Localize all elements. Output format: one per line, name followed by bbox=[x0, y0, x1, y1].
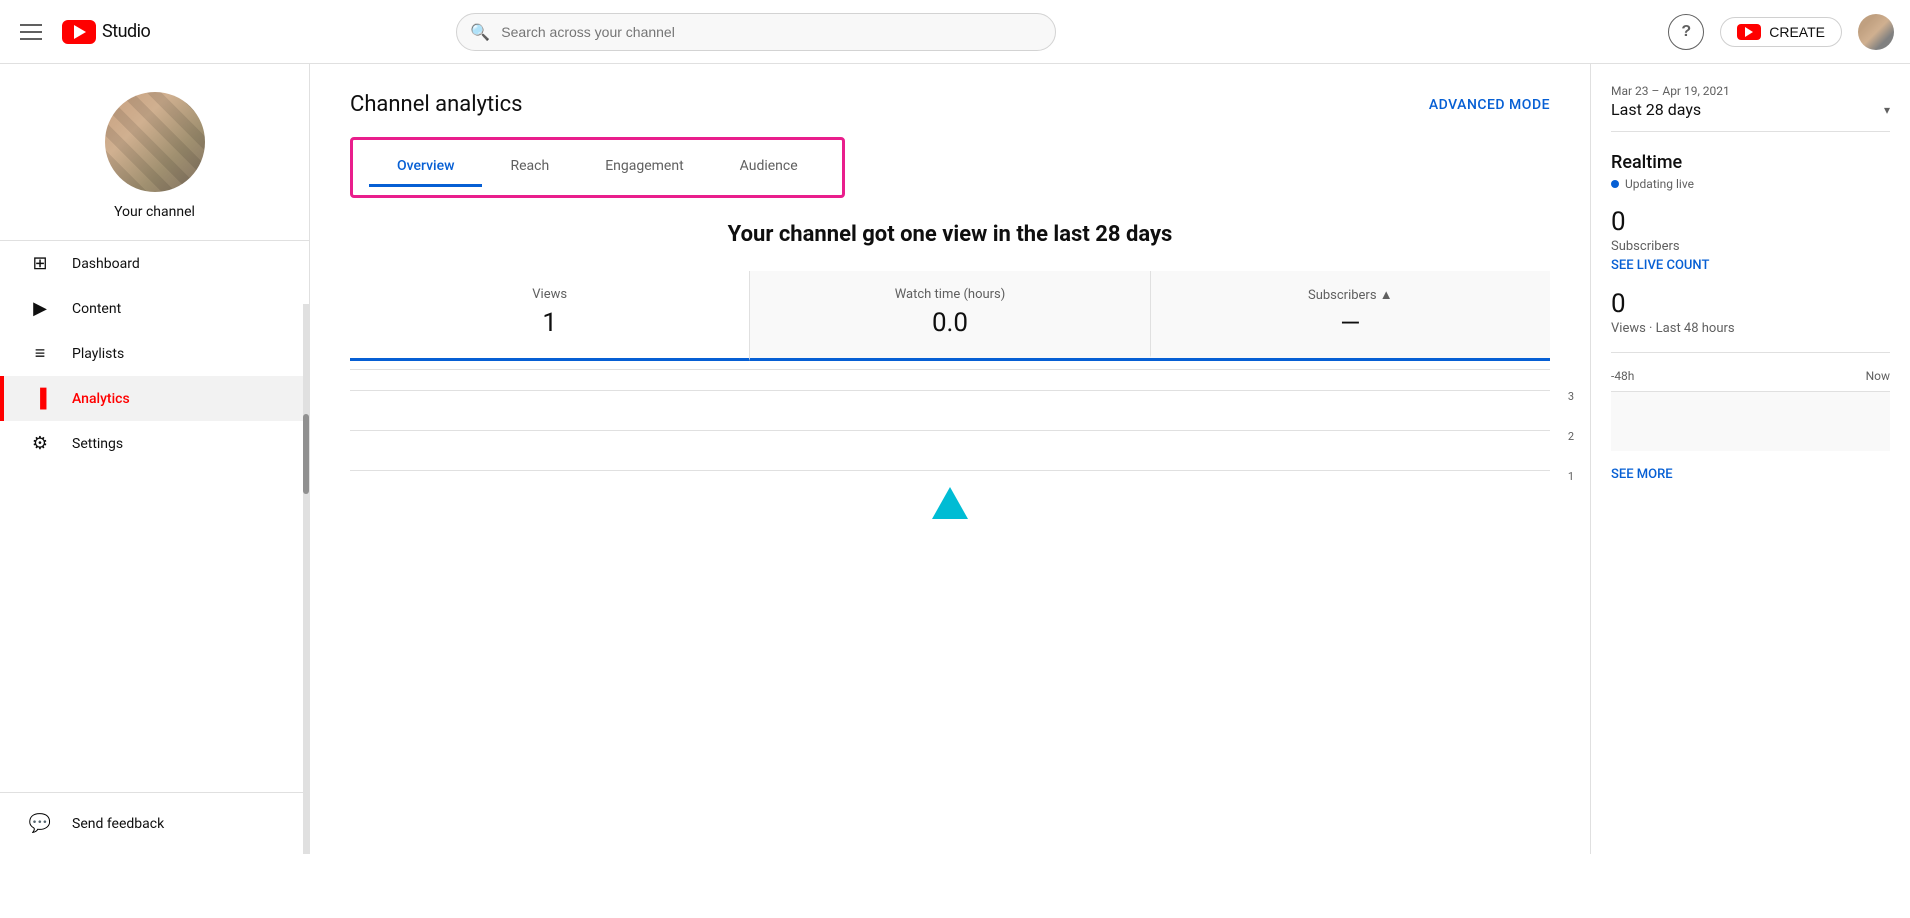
settings-icon: ⚙ bbox=[28, 433, 52, 454]
chevron-down-icon: ▾ bbox=[1884, 103, 1890, 117]
realtime-section: Realtime Updating live 0 Subscribers SEE… bbox=[1611, 152, 1890, 482]
studio-logo[interactable]: Studio bbox=[62, 20, 150, 44]
realtime-title: Realtime bbox=[1611, 152, 1890, 173]
tab-audience[interactable]: Audience bbox=[712, 148, 826, 187]
live-dot bbox=[1611, 180, 1619, 188]
views-label: Views bbox=[374, 287, 725, 302]
sidebar-item-playlists[interactable]: ≡ Playlists bbox=[0, 331, 309, 376]
analytics-icon: ▐ bbox=[28, 388, 52, 409]
sidebar-nav: ⊞ Dashboard ▶ Content ≡ Playlists ▐ Anal… bbox=[0, 241, 309, 792]
search-input[interactable] bbox=[456, 13, 1056, 51]
create-video-icon bbox=[1737, 24, 1761, 40]
chart-area: 3 2 1 bbox=[350, 369, 1550, 529]
chart-triangle bbox=[932, 487, 968, 519]
content-area: Channel analytics ADVANCED MODE Overview… bbox=[310, 64, 1590, 854]
content-label: Content bbox=[72, 301, 121, 317]
see-live-count-link[interactable]: SEE LIVE COUNT bbox=[1611, 258, 1890, 273]
channel-name: Your channel bbox=[114, 204, 195, 220]
sidebar: Your channel ⊞ Dashboard ▶ Content ≡ Pla… bbox=[0, 64, 310, 854]
tab-reach[interactable]: Reach bbox=[482, 148, 577, 187]
date-range-selector[interactable]: Last 28 days ▾ bbox=[1611, 100, 1890, 132]
nav-left: Studio bbox=[16, 20, 150, 44]
metric-watchtime[interactable]: Watch time (hours) 0.0 bbox=[750, 271, 1150, 358]
content-icon: ▶ bbox=[28, 298, 52, 319]
metrics-row: Views 1 Watch time (hours) 0.0 Subscribe… bbox=[350, 271, 1550, 361]
subscribers-stat: 0 Subscribers SEE LIVE COUNT bbox=[1611, 207, 1890, 273]
search-bar: 🔍 bbox=[456, 13, 1056, 51]
youtube-icon bbox=[62, 20, 96, 44]
right-panel: Mar 23 – Apr 19, 2021 Last 28 days ▾ Rea… bbox=[1590, 64, 1910, 854]
sidebar-scrollbar[interactable] bbox=[303, 304, 309, 854]
channel-section: Your channel bbox=[0, 64, 309, 241]
chart-label-2: 2 bbox=[1568, 430, 1574, 443]
warning-icon: ▲ bbox=[1380, 288, 1393, 303]
sidebar-item-dashboard[interactable]: ⊞ Dashboard bbox=[0, 241, 309, 286]
content-header: Channel analytics ADVANCED MODE bbox=[350, 92, 1550, 117]
divider bbox=[1611, 352, 1890, 353]
analytics-label: Analytics bbox=[72, 391, 130, 407]
subscribers-stat-label: Subscribers bbox=[1611, 239, 1890, 254]
sidebar-item-settings[interactable]: ⚙ Settings bbox=[0, 421, 309, 466]
hamburger-menu[interactable] bbox=[16, 20, 46, 44]
sidebar-item-content[interactable]: ▶ Content bbox=[0, 286, 309, 331]
metric-subscribers[interactable]: Subscribers ▲ — bbox=[1151, 271, 1550, 358]
chart-label-1: 1 bbox=[1568, 470, 1574, 483]
create-button[interactable]: CREATE bbox=[1720, 17, 1842, 47]
feedback-icon: 💬 bbox=[28, 813, 52, 834]
channel-avatar[interactable] bbox=[105, 92, 205, 192]
top-nav: Studio 🔍 ? CREATE bbox=[0, 0, 1910, 64]
sidebar-bottom: 💬 Send feedback bbox=[0, 792, 309, 854]
settings-label: Settings bbox=[72, 436, 123, 452]
see-more-link[interactable]: SEE MORE bbox=[1611, 467, 1890, 482]
chart-line-1: 1 bbox=[350, 470, 1550, 471]
dashboard-icon: ⊞ bbox=[28, 253, 52, 274]
chart-label-3: 3 bbox=[1568, 390, 1574, 403]
sidebar-scroll-thumb[interactable] bbox=[303, 414, 309, 494]
views-stat-label: Views · Last 48 hours bbox=[1611, 321, 1890, 336]
analytics-tabs-wrapper: Overview Reach Engagement Audience bbox=[350, 137, 845, 198]
subscribers-count: 0 bbox=[1611, 207, 1890, 237]
page-title: Channel analytics bbox=[350, 92, 522, 117]
date-range-note: Mar 23 – Apr 19, 2021 bbox=[1611, 84, 1890, 98]
sidebar-item-send-feedback[interactable]: 💬 Send feedback bbox=[0, 801, 309, 846]
sidebar-item-analytics[interactable]: ▐ Analytics bbox=[0, 376, 309, 421]
watchtime-value: 0.0 bbox=[774, 308, 1125, 338]
tab-overview[interactable]: Overview bbox=[369, 148, 482, 187]
playlists-label: Playlists bbox=[72, 346, 124, 362]
logo-text: Studio bbox=[102, 21, 150, 42]
views-mini-chart bbox=[1611, 391, 1890, 451]
search-wrap: 🔍 bbox=[456, 13, 1056, 51]
time-end: Now bbox=[1866, 369, 1890, 383]
help-button[interactable]: ? bbox=[1668, 14, 1704, 50]
date-range-value: Last 28 days bbox=[1611, 100, 1701, 119]
views-stat: 0 Views · Last 48 hours bbox=[1611, 289, 1890, 336]
metric-views[interactable]: Views 1 bbox=[350, 271, 750, 361]
create-label: CREATE bbox=[1769, 24, 1825, 40]
time-start: -48h bbox=[1611, 369, 1634, 383]
tab-engagement[interactable]: Engagement bbox=[577, 148, 711, 187]
summary-text: Your channel got one view in the last 28… bbox=[350, 222, 1550, 247]
search-icon: 🔍 bbox=[470, 22, 490, 41]
chart-line-3: 3 bbox=[350, 390, 1550, 391]
views-count: 0 bbox=[1611, 289, 1890, 319]
subscribers-value: — bbox=[1175, 309, 1526, 339]
views-value: 1 bbox=[374, 308, 725, 338]
main-layout: Your channel ⊞ Dashboard ▶ Content ≡ Pla… bbox=[0, 64, 1910, 854]
dashboard-label: Dashboard bbox=[72, 256, 140, 272]
subscribers-label: Subscribers ▲ bbox=[1175, 287, 1526, 303]
playlists-icon: ≡ bbox=[28, 343, 52, 364]
chart-line-2: 2 bbox=[350, 430, 1550, 431]
advanced-mode-link[interactable]: ADVANCED MODE bbox=[1429, 97, 1550, 113]
updating-live: Updating live bbox=[1611, 177, 1890, 191]
watchtime-label: Watch time (hours) bbox=[774, 287, 1125, 302]
nav-right: ? CREATE bbox=[1668, 14, 1894, 50]
time-axis: -48h Now bbox=[1611, 369, 1890, 383]
feedback-label: Send feedback bbox=[72, 816, 164, 832]
updating-live-text: Updating live bbox=[1625, 177, 1694, 191]
user-avatar[interactable] bbox=[1858, 14, 1894, 50]
